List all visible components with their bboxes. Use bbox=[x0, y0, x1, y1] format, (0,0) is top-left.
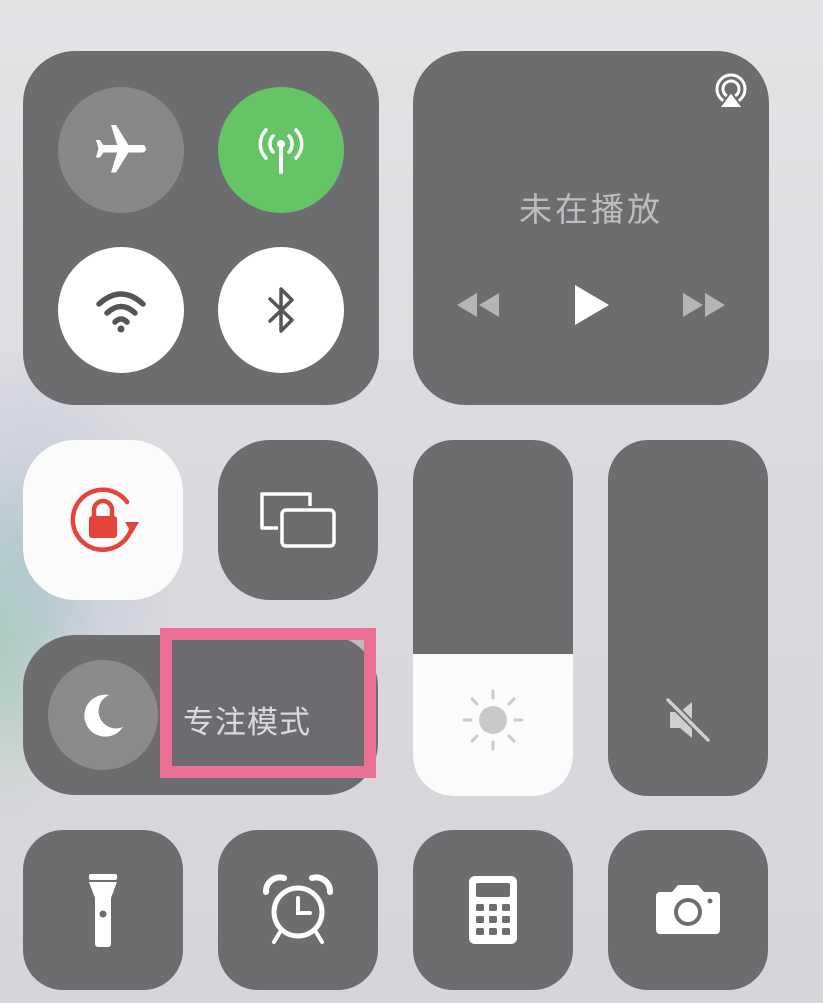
rewind-icon bbox=[455, 291, 501, 319]
fast-forward-button[interactable] bbox=[669, 273, 739, 337]
airplay-audio-icon bbox=[709, 70, 753, 114]
volume-slider[interactable] bbox=[608, 440, 768, 796]
screen-mirroring-icon bbox=[256, 488, 340, 552]
alarm-clock-button[interactable] bbox=[218, 830, 378, 990]
connectivity-module bbox=[23, 51, 379, 405]
calculator-button[interactable] bbox=[413, 830, 573, 990]
airplay-button[interactable] bbox=[709, 70, 753, 114]
camera-button[interactable] bbox=[608, 830, 768, 990]
speaker-muted-icon bbox=[653, 685, 723, 755]
fast-forward-icon bbox=[681, 291, 727, 319]
flashlight-icon bbox=[83, 870, 123, 950]
focus-mode-toggle[interactable] bbox=[48, 660, 158, 770]
camera-icon bbox=[652, 882, 724, 938]
moon-icon bbox=[77, 689, 129, 741]
highlight-box bbox=[160, 628, 376, 778]
orientation-lock-toggle[interactable] bbox=[23, 440, 183, 600]
bluetooth-toggle[interactable] bbox=[218, 247, 344, 373]
screen-mirroring-button[interactable] bbox=[218, 440, 378, 600]
bluetooth-icon bbox=[251, 280, 311, 340]
rotation-lock-icon bbox=[61, 478, 145, 562]
brightness-slider[interactable] bbox=[413, 440, 573, 796]
sun-icon bbox=[458, 685, 528, 755]
play-button[interactable] bbox=[556, 273, 626, 337]
cellular-antenna-icon bbox=[249, 118, 313, 182]
rewind-button[interactable] bbox=[443, 273, 513, 337]
flashlight-button[interactable] bbox=[23, 830, 183, 990]
now-playing-module[interactable]: 未在播放 bbox=[413, 51, 769, 405]
calculator-icon bbox=[467, 874, 519, 946]
now-playing-status: 未在播放 bbox=[519, 190, 663, 229]
airplane-mode-toggle[interactable] bbox=[58, 87, 184, 213]
wifi-icon bbox=[91, 280, 151, 340]
cellular-data-toggle[interactable] bbox=[218, 87, 344, 213]
airplane-icon bbox=[91, 120, 151, 180]
wifi-toggle[interactable] bbox=[58, 247, 184, 373]
play-icon bbox=[571, 283, 611, 327]
alarm-clock-icon bbox=[260, 872, 336, 948]
